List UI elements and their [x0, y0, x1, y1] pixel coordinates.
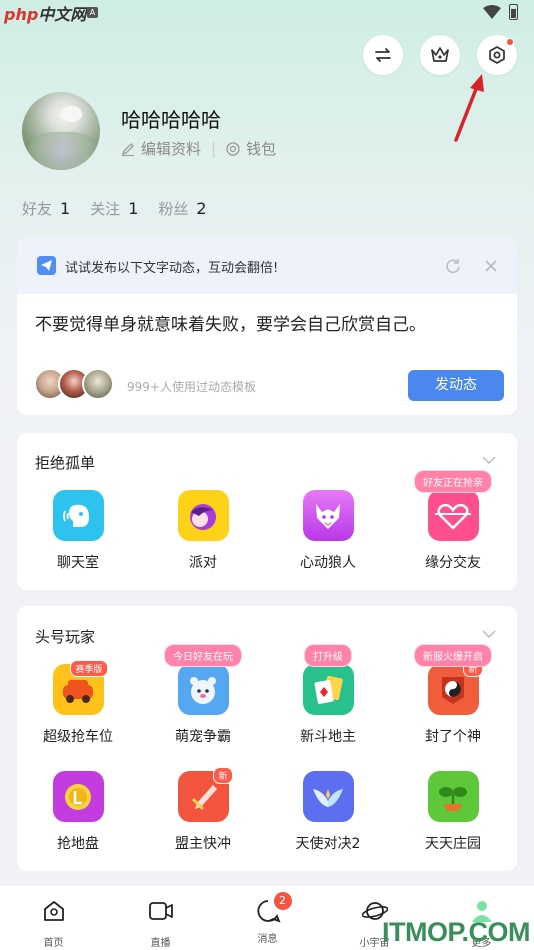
game-label: 新斗地主: [300, 729, 356, 745]
wifi-icon: [483, 5, 501, 19]
game-label: 派对: [189, 555, 217, 571]
game-label: 萌宠争霸: [175, 729, 231, 745]
annotation-arrow: [454, 74, 484, 142]
divider: |: [211, 139, 217, 158]
chat-room-icon: [52, 490, 104, 541]
taiji-icon: 新: [427, 660, 483, 715]
cards-icon: [302, 664, 354, 715]
settings-icon: [489, 46, 505, 64]
stats-row: 好友 1 关注 1 粉丝 2: [22, 198, 227, 219]
post-hint: 试试发布以下文字动态，互动会翻倍!: [65, 261, 279, 276]
game-label: 缘分交友: [425, 555, 481, 571]
chevron-down-icon[interactable]: [482, 455, 496, 465]
notification-a-icon: A: [87, 7, 98, 18]
heart-ribbon-icon: [427, 490, 479, 541]
username: 哈哈哈哈哈: [121, 108, 221, 132]
usage-count: 999+人使用过动态模板: [127, 380, 256, 394]
switch-button[interactable]: [363, 35, 403, 75]
car-icon: 赛季版: [52, 660, 108, 715]
tab-home[interactable]: 首页: [0, 886, 107, 949]
game-werewolf[interactable]: 心动狼人: [273, 490, 383, 572]
message-icon: 2: [255, 892, 292, 924]
badge: 赛季版: [70, 660, 108, 677]
send-icon: [37, 256, 56, 275]
template-text: 不要觉得单身就意味着失败，要学会自己欣赏自己。: [35, 315, 426, 335]
game-dating[interactable]: 好友正在抢亲 缘分交友: [398, 470, 508, 572]
wallet-link[interactable]: 钱包: [246, 138, 276, 159]
stat-fans[interactable]: 粉丝 2: [158, 198, 206, 219]
game-super-parking[interactable]: 赛季版 超级抢车位: [23, 660, 133, 746]
promo-pill: 打升级: [304, 644, 352, 667]
section-title: 头号玩家: [35, 628, 96, 646]
home-icon: [43, 901, 64, 921]
wings-icon: [302, 771, 354, 822]
coin-icon: [52, 771, 104, 822]
promo-pill: 好友正在抢亲: [414, 470, 492, 493]
badge: 新: [213, 767, 233, 784]
chevron-down-icon[interactable]: [482, 629, 496, 639]
stat-following[interactable]: 关注 1: [90, 198, 138, 219]
game-label: 天天庄园: [425, 836, 481, 852]
post-template-header: 试试发布以下文字动态，互动会翻倍!: [17, 237, 517, 294]
game-label: 超级抢车位: [43, 729, 113, 745]
game-doudizhu[interactable]: 打升级 新斗地主: [273, 644, 383, 746]
game-farm[interactable]: 天天庄园: [398, 771, 508, 853]
profile-links: 编辑资料 | 钱包: [121, 138, 276, 159]
game-fengshen[interactable]: 新 新服火爆开启 封了个神: [398, 644, 508, 746]
watermark-itmop: ITMOP.COM: [382, 917, 531, 947]
section-top-players: 头号玩家 赛季版 超级抢车位 今日好友在玩 萌宠争霸 打升级 新斗地主 新 新服…: [17, 606, 517, 871]
crown-icon: [431, 47, 449, 62]
vip-button[interactable]: [420, 35, 460, 75]
switch-icon: [375, 48, 391, 62]
tab-live[interactable]: 直播: [107, 886, 214, 949]
game-label: 盟主快冲: [175, 836, 231, 852]
game-label: 天使对决2: [295, 836, 361, 852]
werewolf-icon: [302, 490, 354, 541]
tab-messages[interactable]: 2 消息: [214, 886, 321, 945]
stat-friends[interactable]: 好友 1: [22, 198, 70, 219]
pet-icon: [177, 664, 229, 715]
pencil-icon: [121, 142, 134, 156]
video-icon: [148, 902, 173, 920]
notification-dot: [506, 38, 514, 46]
watermark-logo: php中文网: [4, 5, 87, 24]
battery-icon: [509, 4, 518, 20]
party-icon: [177, 490, 229, 541]
refresh-icon[interactable]: [445, 258, 461, 274]
post-button[interactable]: 发动态: [408, 370, 504, 401]
sword-icon: 新: [177, 767, 233, 822]
section-title: 拒绝孤单: [35, 454, 96, 472]
game-party[interactable]: 派对: [148, 490, 258, 572]
sprout-icon: [427, 771, 479, 822]
section-lonely: 拒绝孤单 聊天室 派对 心动狼人 好友正在抢亲 缘分交友: [17, 433, 517, 590]
used-avatars: [34, 368, 114, 400]
game-leader-rush[interactable]: 新 盟主快冲: [148, 767, 258, 853]
unread-badge: 2: [273, 892, 292, 910]
promo-pill: 今日好友在玩: [164, 644, 242, 667]
game-angel-duel[interactable]: 天使对决2: [273, 771, 383, 853]
game-pet-battle[interactable]: 今日好友在玩 萌宠争霸: [148, 644, 258, 746]
close-icon[interactable]: [483, 258, 499, 274]
promo-pill: 新服火爆开启: [414, 644, 492, 667]
post-template-card: 试试发布以下文字动态，互动会翻倍! 不要觉得单身就意味着失败，要学会自己欣赏自己…: [17, 237, 517, 415]
game-label: 心动狼人: [300, 555, 356, 571]
game-label: 聊天室: [57, 555, 99, 571]
tab-label: 首页: [43, 938, 64, 949]
game-label: 封了个神: [425, 729, 481, 745]
edit-profile-link[interactable]: 编辑资料: [141, 138, 201, 159]
settings-button[interactable]: [477, 35, 517, 75]
avatar[interactable]: [22, 92, 100, 170]
status-bar: php中文网 A: [0, 0, 534, 26]
game-chat-room[interactable]: 聊天室: [23, 490, 133, 572]
game-label: 抢地盘: [57, 836, 99, 852]
tab-label: 消息: [257, 934, 278, 945]
game-territory[interactable]: 抢地盘: [23, 771, 133, 853]
wallet-icon: [226, 141, 240, 156]
tab-label: 直播: [150, 938, 171, 949]
user-avatar: [82, 368, 114, 400]
